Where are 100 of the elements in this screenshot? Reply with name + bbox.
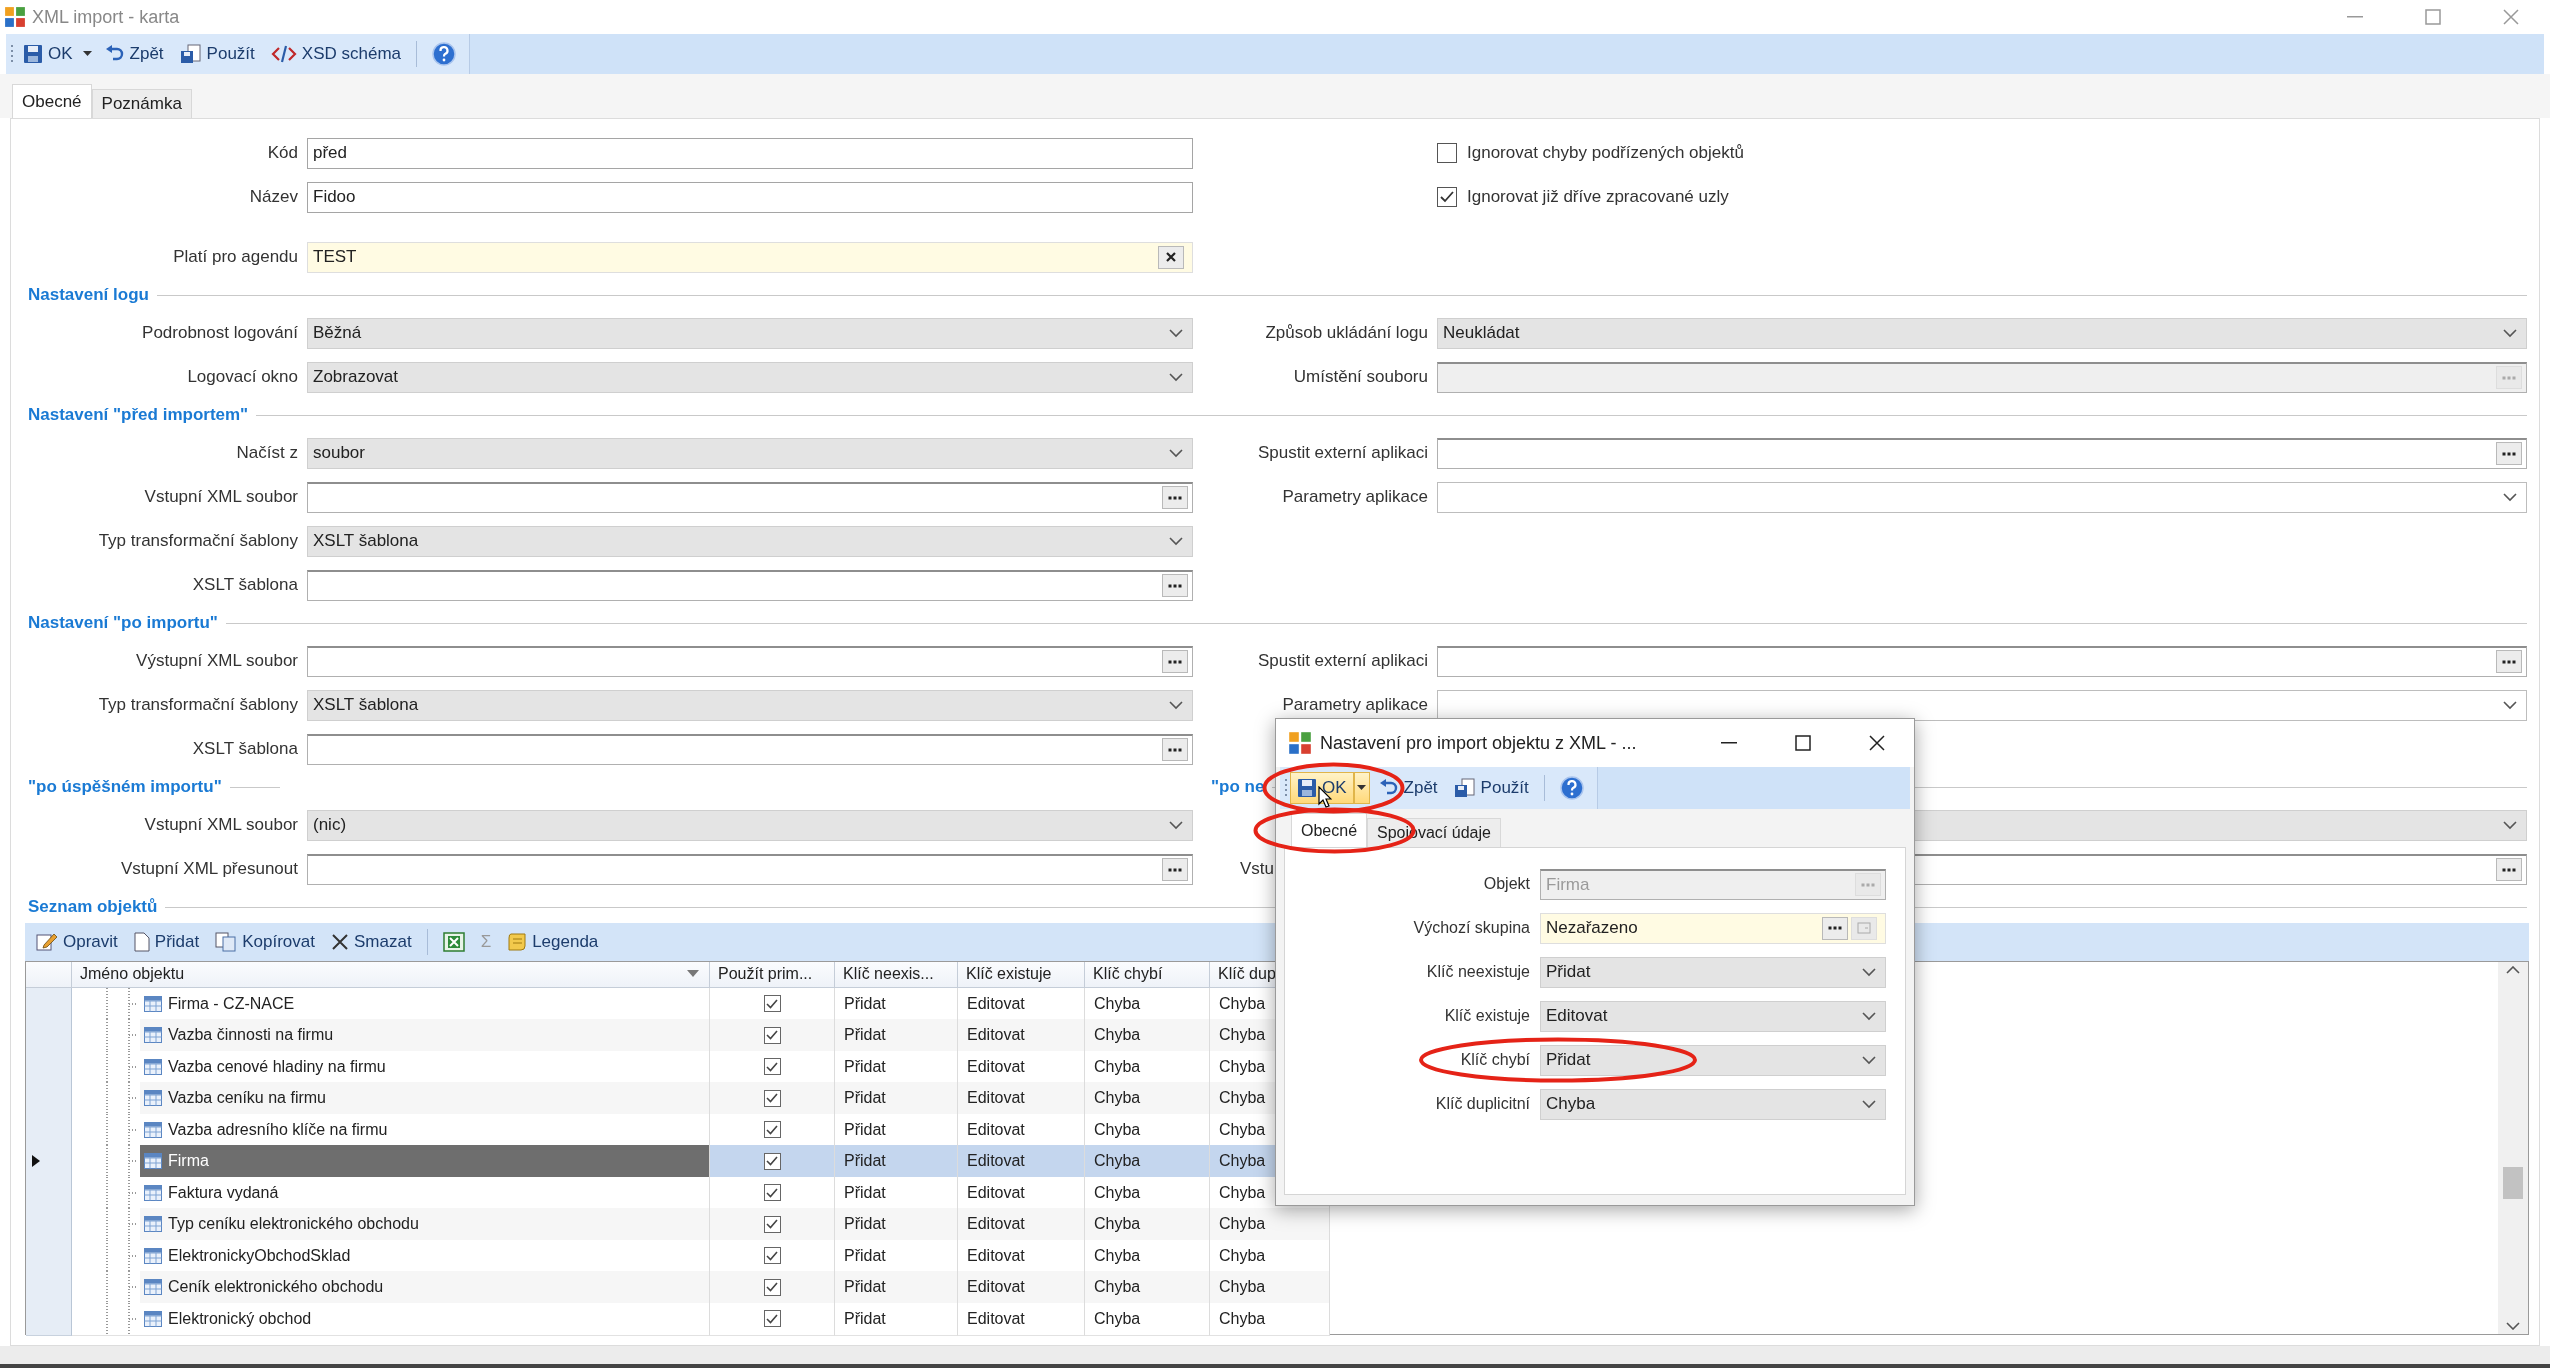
table-cell[interactable]: Vazba činnosti na firmu xyxy=(140,1019,709,1051)
table-cell[interactable]: Vazba ceníku na firmu xyxy=(140,1082,709,1114)
dropdown[interactable]: Běžná xyxy=(307,317,1193,349)
browse-field[interactable] xyxy=(307,853,1193,885)
table-cell: Chyba xyxy=(1085,1019,1210,1052)
toolbar-button[interactable]: Použít xyxy=(1446,772,1536,804)
dropdown[interactable]: Neukládat xyxy=(1437,317,2527,349)
dropdown[interactable]: (nic) xyxy=(307,809,1193,841)
checkbox[interactable] xyxy=(1437,143,1457,163)
browse-button[interactable] xyxy=(2496,442,2522,465)
checkmark-icon xyxy=(1440,191,1454,203)
minimize-icon xyxy=(1721,742,1737,744)
document-disk-icon xyxy=(1453,777,1476,799)
checkbox[interactable] xyxy=(763,1184,781,1201)
table-cell[interactable]: Firma xyxy=(140,1145,709,1177)
toolbar-button[interactable]: XSD schéma xyxy=(263,38,408,70)
text-field[interactable]: před xyxy=(307,137,1193,169)
dropdown[interactable]: Chyba xyxy=(1540,1088,1886,1120)
field-label: Vstupní XML přesunout xyxy=(119,859,299,879)
dropdown[interactable]: soubor xyxy=(307,437,1193,469)
toolbar-button[interactable]: Opravit xyxy=(29,926,125,958)
clear-button[interactable] xyxy=(1158,245,1184,269)
tab[interactable]: Obecné xyxy=(12,84,92,118)
checkbox[interactable] xyxy=(763,1247,781,1264)
table-icon xyxy=(144,1247,162,1264)
tab[interactable]: Obecné xyxy=(1291,813,1368,847)
object-name: Vazba činnosti na firmu xyxy=(168,1026,334,1044)
checkbox[interactable] xyxy=(763,1215,781,1233)
table-icon xyxy=(144,1279,162,1295)
blank-page-icon xyxy=(133,932,150,952)
checkbox[interactable] xyxy=(763,1121,781,1138)
browse-button[interactable] xyxy=(1162,486,1188,509)
checkbox[interactable] xyxy=(763,1310,781,1327)
toolbar-button[interactable]: Zpět xyxy=(1371,772,1445,804)
toolbar-button[interactable]: OK xyxy=(1290,772,1354,804)
table-icon xyxy=(144,1090,162,1106)
toolbar-button[interactable]: OK xyxy=(16,38,80,70)
browse-button[interactable] xyxy=(2496,650,2522,673)
close-icon xyxy=(1165,251,1177,263)
toolbar-button[interactable]: Legenda xyxy=(500,926,606,958)
filter-icon[interactable] xyxy=(687,970,699,979)
scroll-thumb[interactable] xyxy=(2503,1167,2523,1199)
column-header[interactable]: Klíč existuje xyxy=(958,962,1085,988)
checkbox[interactable] xyxy=(763,1089,781,1107)
browse-button[interactable] xyxy=(2496,858,2522,881)
table-icon xyxy=(144,1216,162,1232)
ellipsis-icon xyxy=(2502,867,2516,872)
field-label: Spustit externí aplikaci xyxy=(1256,651,1429,671)
toolbar-button[interactable]: Smazat xyxy=(324,926,419,958)
dropdown[interactable]: Přidat xyxy=(1540,1044,1886,1076)
browse-button[interactable] xyxy=(1162,738,1188,761)
browse-button[interactable] xyxy=(1162,574,1188,597)
toolbar-button[interactable]: Přidat xyxy=(126,926,207,958)
scroll-down-icon[interactable] xyxy=(2506,1322,2520,1330)
toolbar-button[interactable]: Použít xyxy=(172,38,262,70)
chevron-icon xyxy=(1168,372,1184,382)
text-field[interactable]: Fidoo xyxy=(307,181,1193,213)
lookup-field[interactable]: Nezařazeno xyxy=(1540,912,1886,944)
chevron-icon xyxy=(1861,1011,1877,1021)
grip-icon[interactable] xyxy=(1284,777,1288,799)
checkbox[interactable] xyxy=(763,1026,781,1044)
browse-field[interactable] xyxy=(307,481,1193,513)
table-cell: Přidat xyxy=(835,1082,958,1115)
toolbar-button[interactable]: Kopírovat xyxy=(208,926,322,958)
browse-button[interactable] xyxy=(1162,858,1188,881)
dropdown[interactable]: Editovat xyxy=(1540,1000,1886,1032)
table-cell[interactable]: Ceník elektronického obchodu xyxy=(140,1271,709,1303)
toolbar-button[interactable]: Zpět xyxy=(97,38,171,70)
browse-field[interactable] xyxy=(1437,645,2527,677)
checkbox[interactable] xyxy=(763,1278,781,1296)
caret-icon xyxy=(83,51,93,57)
scrollbar[interactable] xyxy=(2498,962,2528,1334)
table-cell: Chyba xyxy=(1085,1208,1210,1241)
browse-button[interactable] xyxy=(1822,916,1848,940)
checkbox[interactable] xyxy=(1437,187,1457,207)
browse-field[interactable] xyxy=(307,569,1193,601)
table-cell[interactable]: Typ ceníku elektronického obchodu xyxy=(140,1208,709,1240)
browse-field[interactable] xyxy=(1437,437,2527,469)
browse-field[interactable] xyxy=(307,733,1193,765)
column-header[interactable]: Jméno objektu xyxy=(72,962,710,988)
checkbox[interactable] xyxy=(763,995,781,1012)
checkbox[interactable] xyxy=(763,1058,781,1075)
browse-field[interactable] xyxy=(307,645,1193,677)
dropdown[interactable]: XSLT šablona xyxy=(307,525,1193,557)
help-icon xyxy=(1559,776,1584,800)
column-header[interactable]: Klíč chybí xyxy=(1085,962,1210,988)
maximize-icon xyxy=(1795,735,1811,751)
browse-button[interactable] xyxy=(1162,650,1188,673)
scroll-up-icon[interactable] xyxy=(2506,966,2520,974)
combo-box[interactable] xyxy=(1437,481,2527,513)
tab[interactable]: Poznámka xyxy=(91,89,192,118)
dropdown[interactable]: Zobrazovat xyxy=(307,361,1193,393)
grip-icon[interactable] xyxy=(10,43,14,65)
dropdown[interactable]: Přidat xyxy=(1540,956,1886,988)
table-cell: Přidat xyxy=(835,1019,958,1052)
lookup-field[interactable]: TEST xyxy=(307,241,1193,273)
dropdown[interactable]: XSLT šablona xyxy=(307,689,1193,721)
checkbox[interactable] xyxy=(763,1152,781,1170)
column-header[interactable]: Klíč neexis... xyxy=(835,962,958,988)
column-header[interactable]: Použít prim... xyxy=(710,962,835,988)
